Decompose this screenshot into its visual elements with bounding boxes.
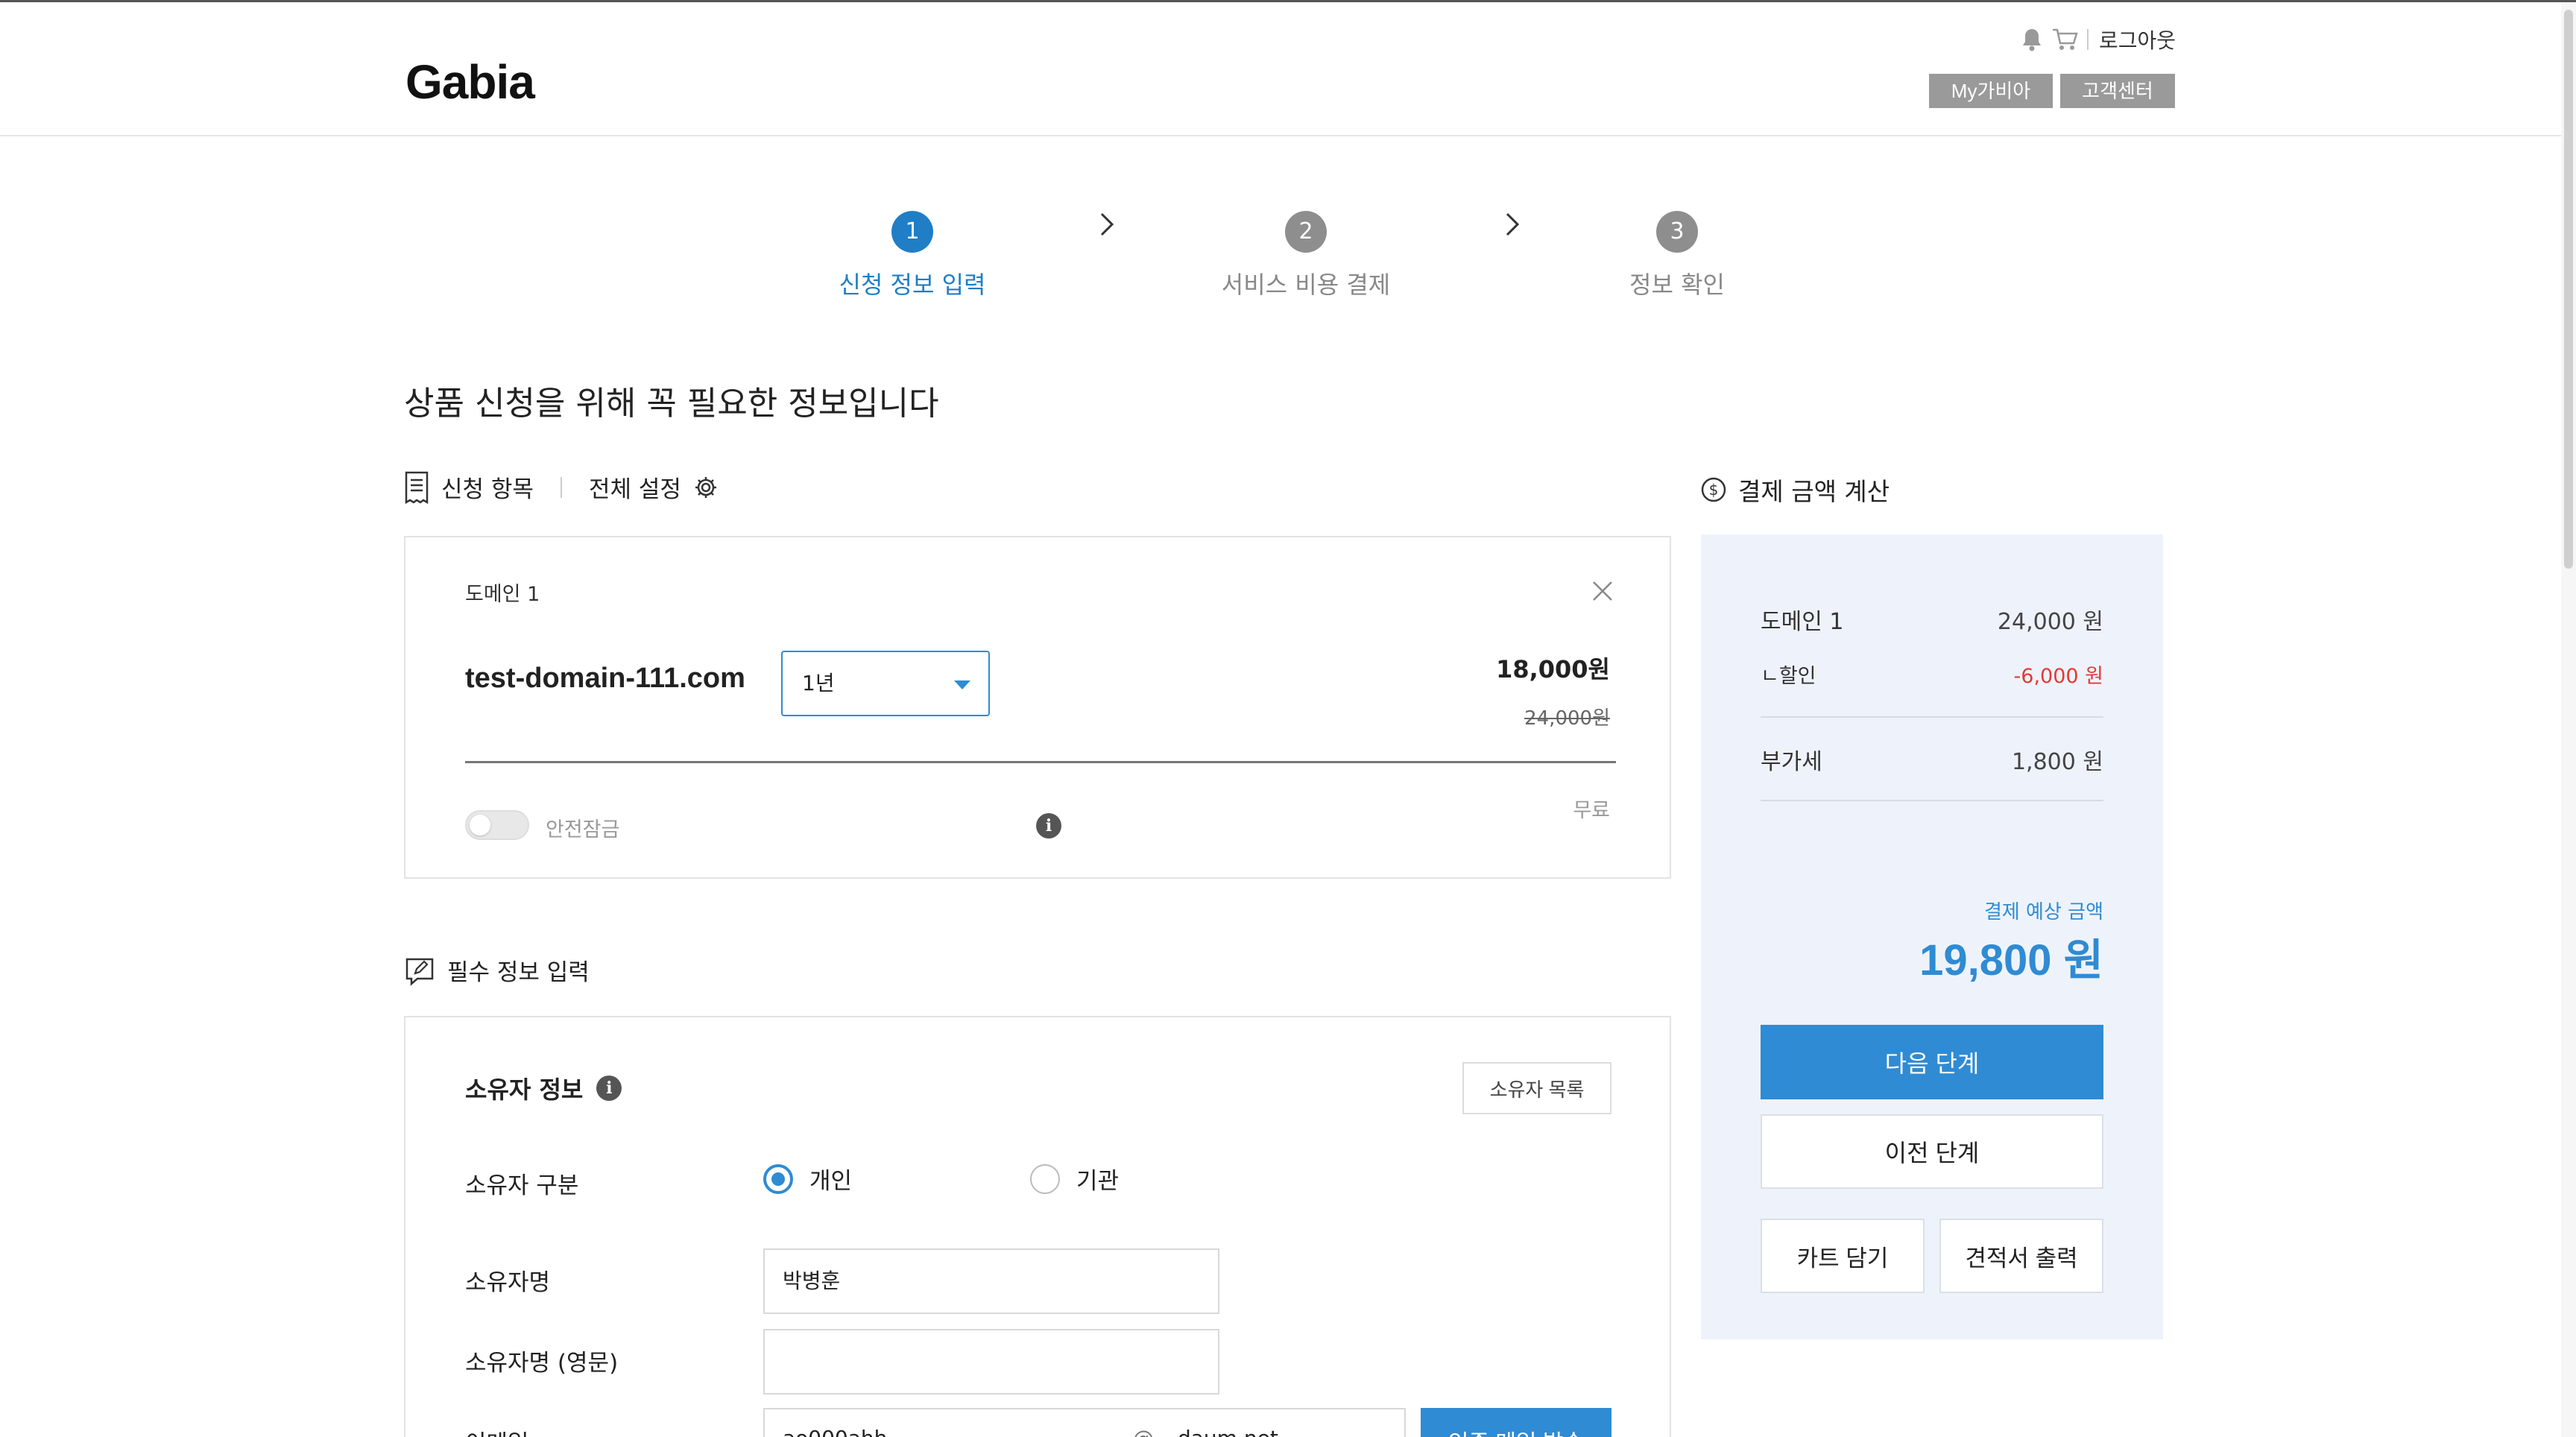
close-icon[interactable] [1589, 578, 1616, 604]
next-step-button[interactable]: 다음 단계 [1761, 1025, 2103, 1099]
owner-name-label: 소유자명 [465, 1269, 551, 1296]
step-number: 1 [891, 211, 933, 253]
expected-amount: 19,800 원 [1919, 936, 2103, 985]
step-label: 정보 확인 [1629, 271, 1725, 299]
header-buttons: My가비아 고객센터 [1929, 74, 2175, 108]
chevron-right-icon [1506, 212, 1520, 236]
radio-button [1030, 1163, 1060, 1194]
summary-divider [1761, 800, 2103, 801]
support-button[interactable]: 고객센터 [2060, 74, 2175, 108]
summary-domain-label: 도메인 1 [1761, 609, 1844, 635]
payment-summary-panel: 도메인 1 24,000 원 ㄴ할인 -6,000 원 부가세 1,800 원 … [1701, 534, 2163, 1339]
required-info-header: 필수 정보 입력 [404, 953, 590, 987]
owner-name-input[interactable]: 박병훈 [763, 1248, 1219, 1314]
safe-lock-toggle[interactable] [465, 810, 529, 840]
step-3: 3 정보 확인 [1580, 211, 1774, 300]
safe-lock-label: 안전잠금 [546, 818, 620, 841]
expected-amount-label: 결제 예상 금액 [1983, 901, 2103, 923]
cart-icon[interactable] [2051, 26, 2078, 53]
payment-summary-title: 결제 금액 계산 [1738, 477, 1890, 506]
email-domain: daum.net [1178, 1426, 1278, 1437]
owner-info-title: 소유자 정보 i [465, 1071, 622, 1105]
period-select[interactable]: 1년 [781, 651, 990, 716]
site-header: Gabia 로그아웃 My가비아 고객센터 [0, 2, 2576, 136]
summary-domain-row: 도메인 1 24,000 원 [1761, 603, 2103, 636]
gear-icon[interactable] [693, 475, 719, 500]
summary-vat-value: 1,800 원 [2011, 749, 2103, 775]
receipt-icon [405, 471, 429, 504]
global-settings-link[interactable]: 전체 설정 [589, 470, 681, 504]
owner-type-label: 소유자 구분 [465, 1172, 579, 1199]
domain-price: 18,000원 [1496, 655, 1610, 683]
scrollbar-thumb[interactable] [2564, 10, 2573, 569]
page-title: 상품 신청을 위해 꼭 필요한 정보입니다 [404, 385, 939, 423]
divider [560, 476, 562, 498]
svg-text:$: $ [1709, 481, 1719, 499]
dollar-circle-icon: $ [1701, 477, 1726, 502]
print-quote-button[interactable]: 견적서 출력 [1939, 1219, 2103, 1293]
owner-info-label: 소유자 정보 [465, 1076, 584, 1104]
gabia-logo[interactable]: Gabia [405, 54, 535, 110]
info-icon[interactable]: i [1036, 813, 1061, 838]
add-to-cart-button[interactable]: 카트 담기 [1761, 1219, 1925, 1293]
domain-card: 도메인 1 test-domain-111.com 1년 18,000원 24,… [404, 536, 1671, 879]
summary-vat-label: 부가세 [1761, 749, 1822, 775]
owner-name-en-input[interactable] [763, 1329, 1219, 1395]
summary-vat-row: 부가세 1,800 원 [1761, 743, 2103, 776]
step-number: 3 [1656, 211, 1698, 253]
domain-original-price: 24,000원 [1524, 707, 1610, 730]
radio-label: 기관 [1076, 1168, 1120, 1195]
email-label: 이메일 [465, 1424, 529, 1437]
apply-items-label: 신청 항목 [441, 476, 534, 503]
owner-type-individual-radio[interactable]: 개인 [763, 1162, 852, 1196]
header-divider [2087, 29, 2089, 50]
required-info-title: 필수 정보 입력 [447, 959, 590, 986]
apply-items-header: 신청 항목 전체 설정 [404, 470, 719, 504]
radio-label: 개인 [809, 1168, 853, 1195]
prev-step-button[interactable]: 이전 단계 [1761, 1114, 2103, 1189]
summary-discount-value: -6,000 원 [2013, 665, 2103, 688]
caret-down-icon [954, 680, 970, 689]
owner-card: 소유자 정보 i 소유자 목록 소유자 구분 개인 기관 소유자명 박병훈 소유… [404, 1016, 1671, 1437]
step-number: 2 [1285, 211, 1327, 253]
summary-discount-row: ㄴ할인 -6,000 원 [1761, 660, 2103, 689]
owner-name-en-label: 소유자명 (영문) [465, 1350, 619, 1377]
payment-summary-header: $ 결제 금액 계산 [1699, 472, 1890, 508]
page: Gabia 로그아웃 My가비아 고객센터 1 신청 정보 입력 2 서비스 비… [0, 0, 2576, 1437]
period-value: 1년 [802, 671, 835, 695]
send-verification-button[interactable]: 인증 메일 발송 [1421, 1408, 1611, 1437]
owner-type-organization-radio[interactable]: 기관 [1030, 1162, 1119, 1196]
email-field[interactable]: ao000ahh @ daum.net [763, 1408, 1406, 1437]
summary-divider [1761, 716, 2103, 718]
info-icon[interactable]: i [596, 1076, 622, 1101]
chevron-right-icon [1100, 212, 1114, 236]
step-label: 신청 정보 입력 [839, 271, 986, 299]
owner-list-button[interactable]: 소유자 목록 [1462, 1062, 1611, 1114]
logout-link[interactable]: 로그아웃 [2099, 25, 2176, 54]
bell-icon[interactable] [2018, 26, 2045, 53]
toggle-knob [470, 815, 490, 836]
step-label: 서비스 비용 결제 [1221, 271, 1391, 299]
card-divider [465, 761, 1616, 763]
at-sign: @ [1133, 1426, 1154, 1437]
step-1: 1 신청 정보 입력 [815, 211, 1009, 300]
summary-discount-label: ㄴ할인 [1761, 665, 1816, 688]
edit-icon [405, 958, 434, 986]
summary-domain-price: 24,000 원 [1997, 609, 2103, 635]
my-gabia-button[interactable]: My가비아 [1929, 74, 2053, 108]
safe-lock-price: 무료 [1573, 799, 1610, 822]
domain-index-label: 도메인 1 [465, 583, 540, 606]
header-utility: 로그아웃 [2018, 25, 2176, 54]
email-local-part: ao000ahh [783, 1426, 887, 1437]
step-2: 2 서비스 비용 결제 [1209, 211, 1403, 300]
domain-name: test-domain-111.com [465, 663, 745, 694]
radio-button [763, 1163, 793, 1194]
